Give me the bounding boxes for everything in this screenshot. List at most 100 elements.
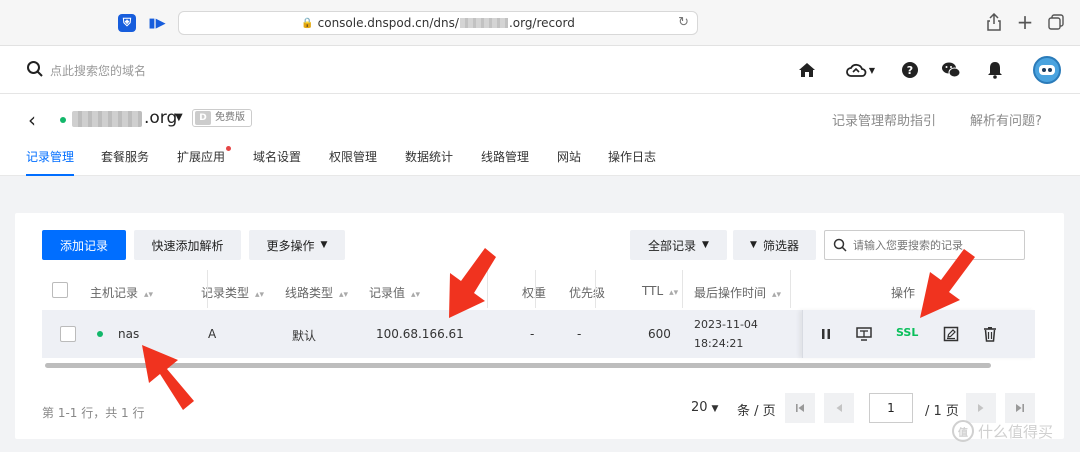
tab-record-management[interactable]: 记录管理	[26, 148, 75, 176]
col-actions: 操作	[891, 286, 916, 300]
page-size-value: 20	[691, 400, 708, 415]
col-last-modified-label: 最后操作时间	[694, 286, 767, 300]
cell-date: 2023-11-04	[694, 318, 758, 331]
add-record-button[interactable]: 添加记录	[42, 230, 126, 260]
tab-website[interactable]: 网站	[557, 148, 581, 176]
cloud-icon[interactable]: ▼	[843, 60, 877, 80]
col-weight: 权重	[522, 286, 547, 300]
app-header: 点此搜索您的域名 ▼ ?	[0, 46, 1080, 94]
page-size-select[interactable]: 20 ▼	[691, 400, 718, 415]
domain-status-dot	[60, 117, 66, 123]
browser-toolbar: ⛨ ▮▶ 🔒 console.dnspod.cn/dns/ .org/recor…	[0, 0, 1080, 46]
lock-icon: 🔒	[301, 17, 314, 29]
reload-icon[interactable]: ↻	[678, 15, 689, 30]
record-status-dot	[97, 331, 103, 337]
bitwarden-icon[interactable]: ⛨	[118, 14, 136, 32]
url-suffix: .org/record	[508, 16, 575, 30]
col-host[interactable]: 主机记录 ▴▾	[90, 284, 153, 301]
domain-bar: ‹ .org ▼ D 免费版 记录管理帮助指引 解析有问题? 记录管理 套餐服务 …	[0, 94, 1080, 176]
sort-icon: ▴▾	[144, 290, 154, 300]
tab-extensions[interactable]: 扩展应用	[177, 146, 232, 176]
horizontal-scrollbar[interactable]	[45, 363, 991, 368]
prev-page-button[interactable]	[824, 393, 854, 423]
plan-badge[interactable]: D 免费版	[192, 109, 252, 127]
cell-host: nas	[118, 327, 140, 341]
delete-icon[interactable]	[981, 325, 999, 343]
tab-domain-settings[interactable]: 域名设置	[253, 148, 301, 176]
col-ttl-label: TTL	[642, 284, 664, 298]
col-line[interactable]: 线路类型 ▴▾	[285, 284, 348, 301]
cell-value: 100.68.166.61	[376, 327, 464, 341]
record-search-input[interactable]	[853, 237, 1018, 253]
ssl-button[interactable]: SSL	[896, 326, 918, 339]
more-ops-label: 更多操作	[266, 238, 315, 253]
help-guide-link[interactable]: 记录管理帮助指引	[832, 110, 936, 129]
tab-operation-log[interactable]: 操作日志	[608, 148, 656, 176]
remark-icon[interactable]	[855, 325, 873, 343]
avatar[interactable]	[1033, 56, 1061, 84]
domain-redacted	[72, 111, 142, 127]
back-icon[interactable]: ‹	[28, 108, 36, 132]
column-divider	[487, 270, 488, 308]
cell-time: 18:24:21	[694, 337, 744, 350]
search-icon[interactable]	[26, 60, 44, 78]
domain-tld[interactable]: .org	[144, 108, 177, 128]
col-value[interactable]: 记录值 ▴▾	[369, 284, 420, 301]
col-ttl[interactable]: TTL ▴▾	[642, 284, 678, 298]
chevron-down-icon: ▼	[320, 240, 328, 250]
col-last-modified[interactable]: 最后操作时间 ▴▾	[694, 284, 781, 301]
wechat-icon[interactable]	[941, 60, 961, 80]
record-search-box[interactable]	[824, 230, 1025, 260]
all-records-label: 全部记录	[648, 238, 697, 253]
tab-line-management[interactable]: 线路管理	[481, 148, 529, 176]
new-tab-icon[interactable]: +	[1015, 10, 1035, 34]
first-page-button[interactable]	[785, 393, 815, 423]
domain-search-input[interactable]: 点此搜索您的域名	[50, 62, 146, 79]
help-icon[interactable]: ?	[900, 60, 920, 80]
row-actions: SSL	[802, 310, 1035, 358]
page-number-input[interactable]: 1	[869, 393, 913, 423]
media-play-icon[interactable]: ▮▶	[148, 14, 166, 32]
share-icon[interactable]	[984, 12, 1004, 32]
edit-icon[interactable]	[942, 325, 960, 343]
tab-statistics[interactable]: 数据统计	[405, 148, 453, 176]
total-pages: / 1 页	[925, 404, 959, 419]
watermark-text: 什么值得买	[978, 422, 1054, 441]
more-ops-button[interactable]: 更多操作 ▼	[249, 230, 345, 260]
home-icon[interactable]	[797, 60, 817, 80]
all-records-dropdown[interactable]: 全部记录 ▼	[630, 230, 727, 260]
domain-switch-caret-icon[interactable]: ▼	[175, 112, 183, 123]
filter-icon: ▼	[750, 240, 757, 250]
page-size-unit: 条 / 页	[737, 404, 776, 419]
select-all-checkbox[interactable]	[52, 282, 68, 298]
svg-text:?: ?	[907, 64, 913, 77]
table-row[interactable]: nas A 默认 100.68.166.61 - - 600 2023-11-0…	[42, 310, 1035, 358]
pause-icon[interactable]	[817, 325, 835, 343]
address-bar[interactable]: 🔒 console.dnspod.cn/dns/ .org/record ↻	[178, 11, 698, 35]
bell-icon[interactable]	[985, 60, 1005, 80]
row-checkbox[interactable]	[60, 326, 76, 342]
col-host-label: 主机记录	[90, 286, 139, 300]
table-header: 主机记录 ▴▾ 记录类型 ▴▾ 线路类型 ▴▾ 记录值 ▴▾ 权重 优先级 TTL ▴▾ …	[42, 270, 1035, 310]
sort-icon: ▴▾	[669, 288, 679, 298]
tabs-overview-icon[interactable]	[1046, 12, 1066, 32]
cell-line: 默认	[292, 329, 317, 343]
column-divider	[682, 270, 683, 308]
resolve-issue-link[interactable]: 解析有问题?	[970, 110, 1042, 129]
col-type[interactable]: 记录类型 ▴▾	[201, 284, 264, 301]
chevron-down-icon: ▼	[702, 240, 709, 250]
cell-type: A	[208, 327, 217, 341]
last-page-button[interactable]	[1005, 393, 1035, 423]
plan-badge-label: 免费版	[215, 112, 245, 123]
filter-button[interactable]: ▼ 筛选器	[733, 230, 816, 260]
sort-icon: ▴▾	[772, 290, 782, 300]
column-divider	[535, 270, 536, 308]
next-page-button[interactable]	[966, 393, 996, 423]
records-card: 添加记录 快速添加解析 更多操作 ▼ 全部记录 ▼ ▼ 筛选器 主机记录 ▴▾ 记录类型…	[15, 213, 1064, 439]
tab-permissions[interactable]: 权限管理	[329, 148, 377, 176]
col-priority: 优先级	[569, 286, 606, 300]
tab-plan-service[interactable]: 套餐服务	[101, 148, 149, 176]
watermark-logo-icon: 值	[952, 420, 974, 442]
quick-add-button[interactable]: 快速添加解析	[134, 230, 241, 260]
url-redacted	[459, 18, 508, 28]
